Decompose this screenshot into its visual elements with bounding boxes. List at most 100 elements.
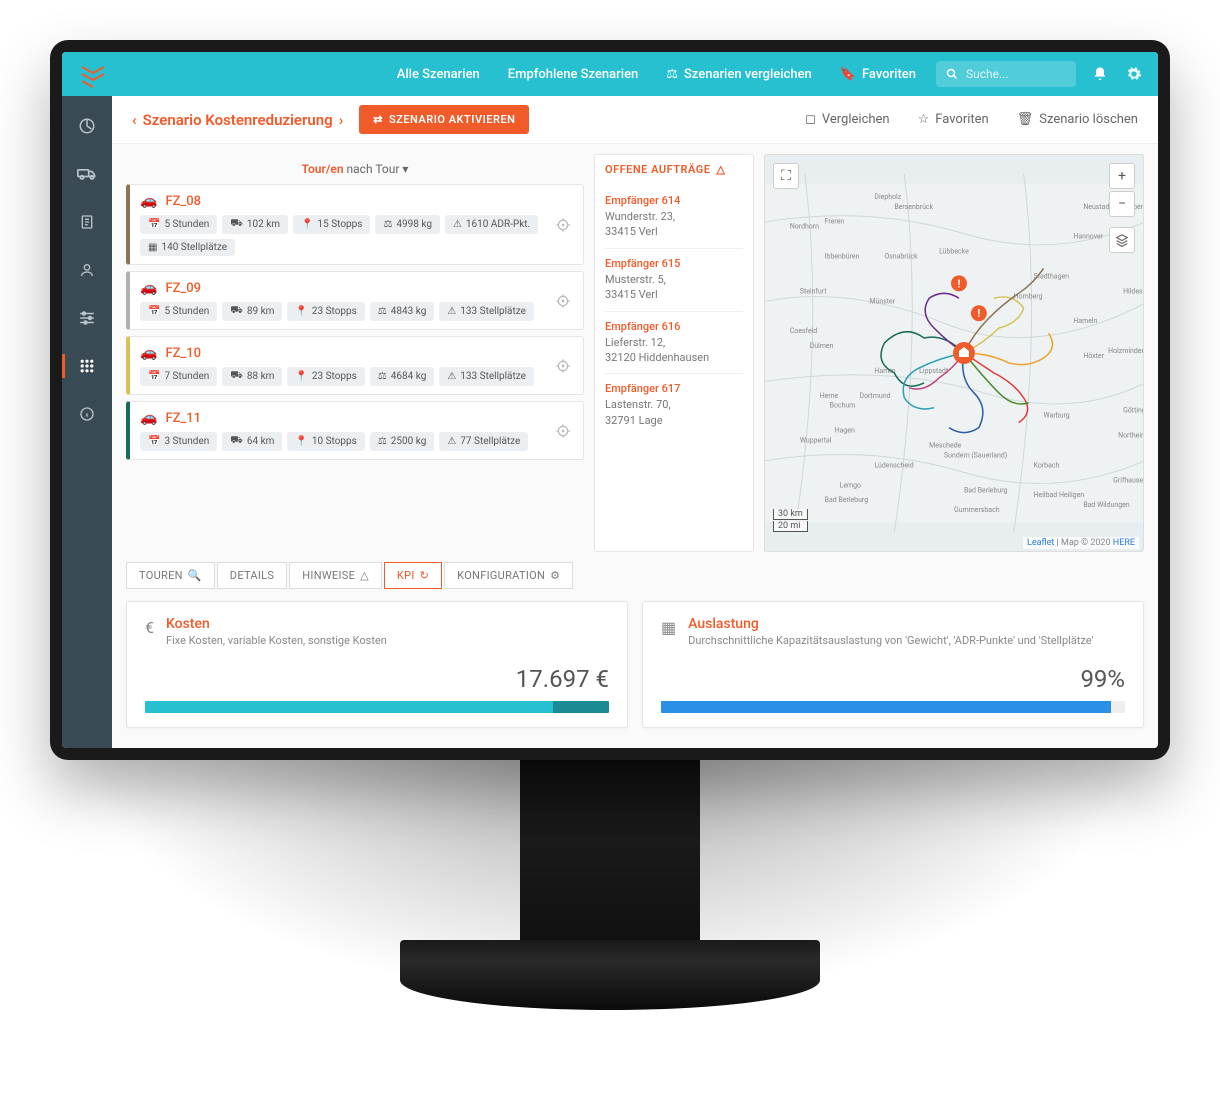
tour-chip: ⚖4684 kg (370, 367, 435, 386)
chip-icon: ⚠ (453, 219, 462, 230)
search-input[interactable] (966, 67, 1066, 81)
tab-details[interactable]: DETAILS (217, 562, 287, 589)
map-expand-button[interactable]: ⛶ (773, 163, 799, 189)
tour-chip: ⛟64 km (222, 432, 282, 451)
map-canvas[interactable]: DiepholzBersenbrückNeustadt am Rübenberg… (765, 155, 1143, 551)
map-zoom-out-button[interactable]: − (1109, 191, 1135, 217)
leaflet-link[interactable]: Leaflet (1027, 538, 1054, 548)
nav-favorites[interactable]: 🔖 Favoriten (840, 67, 916, 82)
nav-compare[interactable]: ⚖ Szenarien vergleichen (666, 67, 812, 82)
here-link[interactable]: HERE (1113, 538, 1135, 548)
bookmark-icon: 🔖 (840, 67, 856, 82)
chip-icon: ⛟ (230, 218, 243, 231)
favorite-action[interactable]: ☆Favoriten (918, 112, 989, 127)
scenario-title-text: Szenario Kostenreduzierung (143, 111, 333, 129)
order-address: Lieferstr. 12,32120 Hiddenhausen (605, 335, 743, 366)
svg-text:Bad Berleburg: Bad Berleburg (964, 486, 1008, 494)
tour-chip: ⚖2500 kg (370, 432, 435, 451)
tour-id: FZ_10 (165, 346, 201, 361)
tab-hinweise[interactable]: HINWEISE△ (289, 562, 382, 589)
tab-touren[interactable]: TOUREN🔍 (126, 562, 215, 589)
euro-icon: € (145, 618, 154, 637)
sidebar-dashboard-icon[interactable] (77, 116, 97, 136)
search-box[interactable] (936, 61, 1076, 87)
sidebar-user-icon[interactable] (77, 260, 97, 280)
title-bar: ‹ Szenario Kostenreduzierung › ⇄ SZENARI… (112, 96, 1158, 144)
order-address: Musterstr. 5,33415 Verl (605, 272, 743, 303)
gear-icon[interactable] (1126, 66, 1142, 82)
order-item[interactable]: Empfänger 615Musterstr. 5,33415 Verl (605, 248, 743, 311)
chevron-right-icon[interactable]: › (339, 111, 344, 129)
order-item[interactable]: Empfänger 614Wunderstr. 23,33415 Verl (605, 186, 743, 248)
compare-action[interactable]: ◻Vergleichen (805, 112, 890, 127)
scenario-title[interactable]: ‹ Szenario Kostenreduzierung › (132, 111, 343, 129)
tour-chip: ⚠133 Stellplätze (439, 367, 534, 386)
trash-icon: 🗑 (1017, 112, 1034, 127)
svg-text:Bad Wildungen: Bad Wildungen (1083, 501, 1129, 509)
sidebar-info-icon[interactable] (77, 404, 97, 424)
svg-text:Göttingen: Göttingen (1123, 407, 1143, 415)
tour-chip: 📅7 Stunden (140, 367, 217, 386)
tours-header-prefix: Tour/en (302, 162, 344, 176)
map-attribution: Leaflet | Map © 2020 HERE (1023, 537, 1139, 549)
orders-title: OFFENE AUFTRÄGE △ (605, 163, 743, 176)
locate-icon[interactable] (555, 358, 571, 374)
sidebar-grid-icon[interactable] (77, 356, 97, 376)
tours-header[interactable]: Tour/en nach Tour ▾ (126, 154, 584, 184)
svg-text:Korbach: Korbach (1034, 461, 1060, 469)
tour-card[interactable]: 🚗FZ_10📅7 Stunden⛟88 km📍23 Stopps⚖4684 kg… (126, 336, 584, 395)
order-name: Empfänger 614 (605, 194, 743, 207)
svg-text:Bochum: Bochum (830, 402, 856, 410)
nav-recommended[interactable]: Empfohlene Szenarien (508, 67, 639, 82)
lower-tabs: TOUREN🔍 DETAILS HINWEISE△ KPI↻ KONFIGURA… (112, 552, 1158, 589)
locate-icon[interactable] (555, 423, 571, 439)
delete-action[interactable]: 🗑Szenario löschen (1017, 112, 1138, 127)
sidebar-clipboard-icon[interactable] (77, 212, 97, 232)
chip-icon: ⛟ (230, 305, 243, 318)
tour-card[interactable]: 🚗FZ_09📅5 Stunden⛟89 km📍23 Stopps⚖4843 kg… (126, 271, 584, 330)
tour-id: FZ_08 (165, 194, 201, 209)
chip-icon: ⚠ (447, 306, 456, 317)
locate-icon[interactable] (555, 293, 571, 309)
search-icon (946, 68, 958, 80)
map-zoom-in-button[interactable]: + (1109, 163, 1135, 189)
kpi-kosten-bar (145, 701, 609, 713)
chip-icon: 📍 (301, 219, 313, 230)
map-panel[interactable]: DiepholzBersenbrückNeustadt am Rübenberg… (764, 154, 1144, 552)
svg-text:Bad Berleburg: Bad Berleburg (825, 496, 869, 504)
order-item[interactable]: Empfänger 616Lieferstr. 12,32120 Hiddenh… (605, 311, 743, 374)
kpi-auslastung-sub: Durchschnittliche Kapazitätsauslastung v… (688, 634, 1093, 647)
tours-column: Tour/en nach Tour ▾ 🚗FZ_08📅5 Stunden⛟102… (126, 154, 584, 552)
svg-text:Nordhorn: Nordhorn (790, 223, 819, 231)
svg-text:Osnabrück: Osnabrück (884, 253, 918, 261)
svg-text:Holzminden: Holzminden (1108, 347, 1143, 355)
kpi-row: € Kosten Fixe Kosten, variable Kosten, s… (112, 589, 1158, 748)
tour-card[interactable]: 🚗FZ_11📅3 Stunden⛟64 km📍10 Stopps⚖2500 kg… (126, 401, 584, 460)
svg-text:Hameln: Hameln (1073, 317, 1097, 325)
sidebar-fleet-icon[interactable] (77, 164, 97, 184)
chip-icon: ⚠ (447, 371, 456, 382)
favorite-label: Favoriten (935, 112, 988, 127)
map-layers-button[interactable] (1109, 227, 1135, 253)
svg-text:Hamm: Hamm (874, 367, 895, 375)
activate-scenario-button[interactable]: ⇄ SZENARIO AKTIVIEREN (359, 105, 529, 134)
chip-icon: ⚖ (383, 219, 392, 230)
nav-all-scenarios[interactable]: Alle Szenarien (397, 67, 480, 82)
tour-card[interactable]: 🚗FZ_08📅5 Stunden⛟102 km📍15 Stopps⚖4998 k… (126, 184, 584, 265)
top-icons (1092, 66, 1142, 82)
tab-hinweise-label: HINWEISE (302, 569, 355, 582)
bell-icon[interactable] (1092, 66, 1108, 82)
tab-config[interactable]: KONFIGURATION⚙ (444, 562, 573, 589)
orders-column: OFFENE AUFTRÄGE △ Empfänger 614Wunderstr… (594, 154, 754, 552)
grid-icon: ▦ (661, 618, 676, 637)
warning-icon: △ (716, 163, 725, 176)
tour-chip: ⚖4843 kg (370, 302, 435, 321)
order-item[interactable]: Empfänger 617Lastenstr. 70,32791 Lage (605, 373, 743, 436)
tab-kpi[interactable]: KPI↻ (384, 562, 442, 589)
svg-text:Höxter: Höxter (1083, 352, 1104, 360)
chevron-left-icon[interactable]: ‹ (132, 111, 137, 129)
sidebar-sliders-icon[interactable] (77, 308, 97, 328)
locate-icon[interactable] (555, 217, 571, 233)
svg-text:Herne: Herne (820, 392, 839, 400)
svg-text:Diepholz: Diepholz (874, 193, 901, 201)
